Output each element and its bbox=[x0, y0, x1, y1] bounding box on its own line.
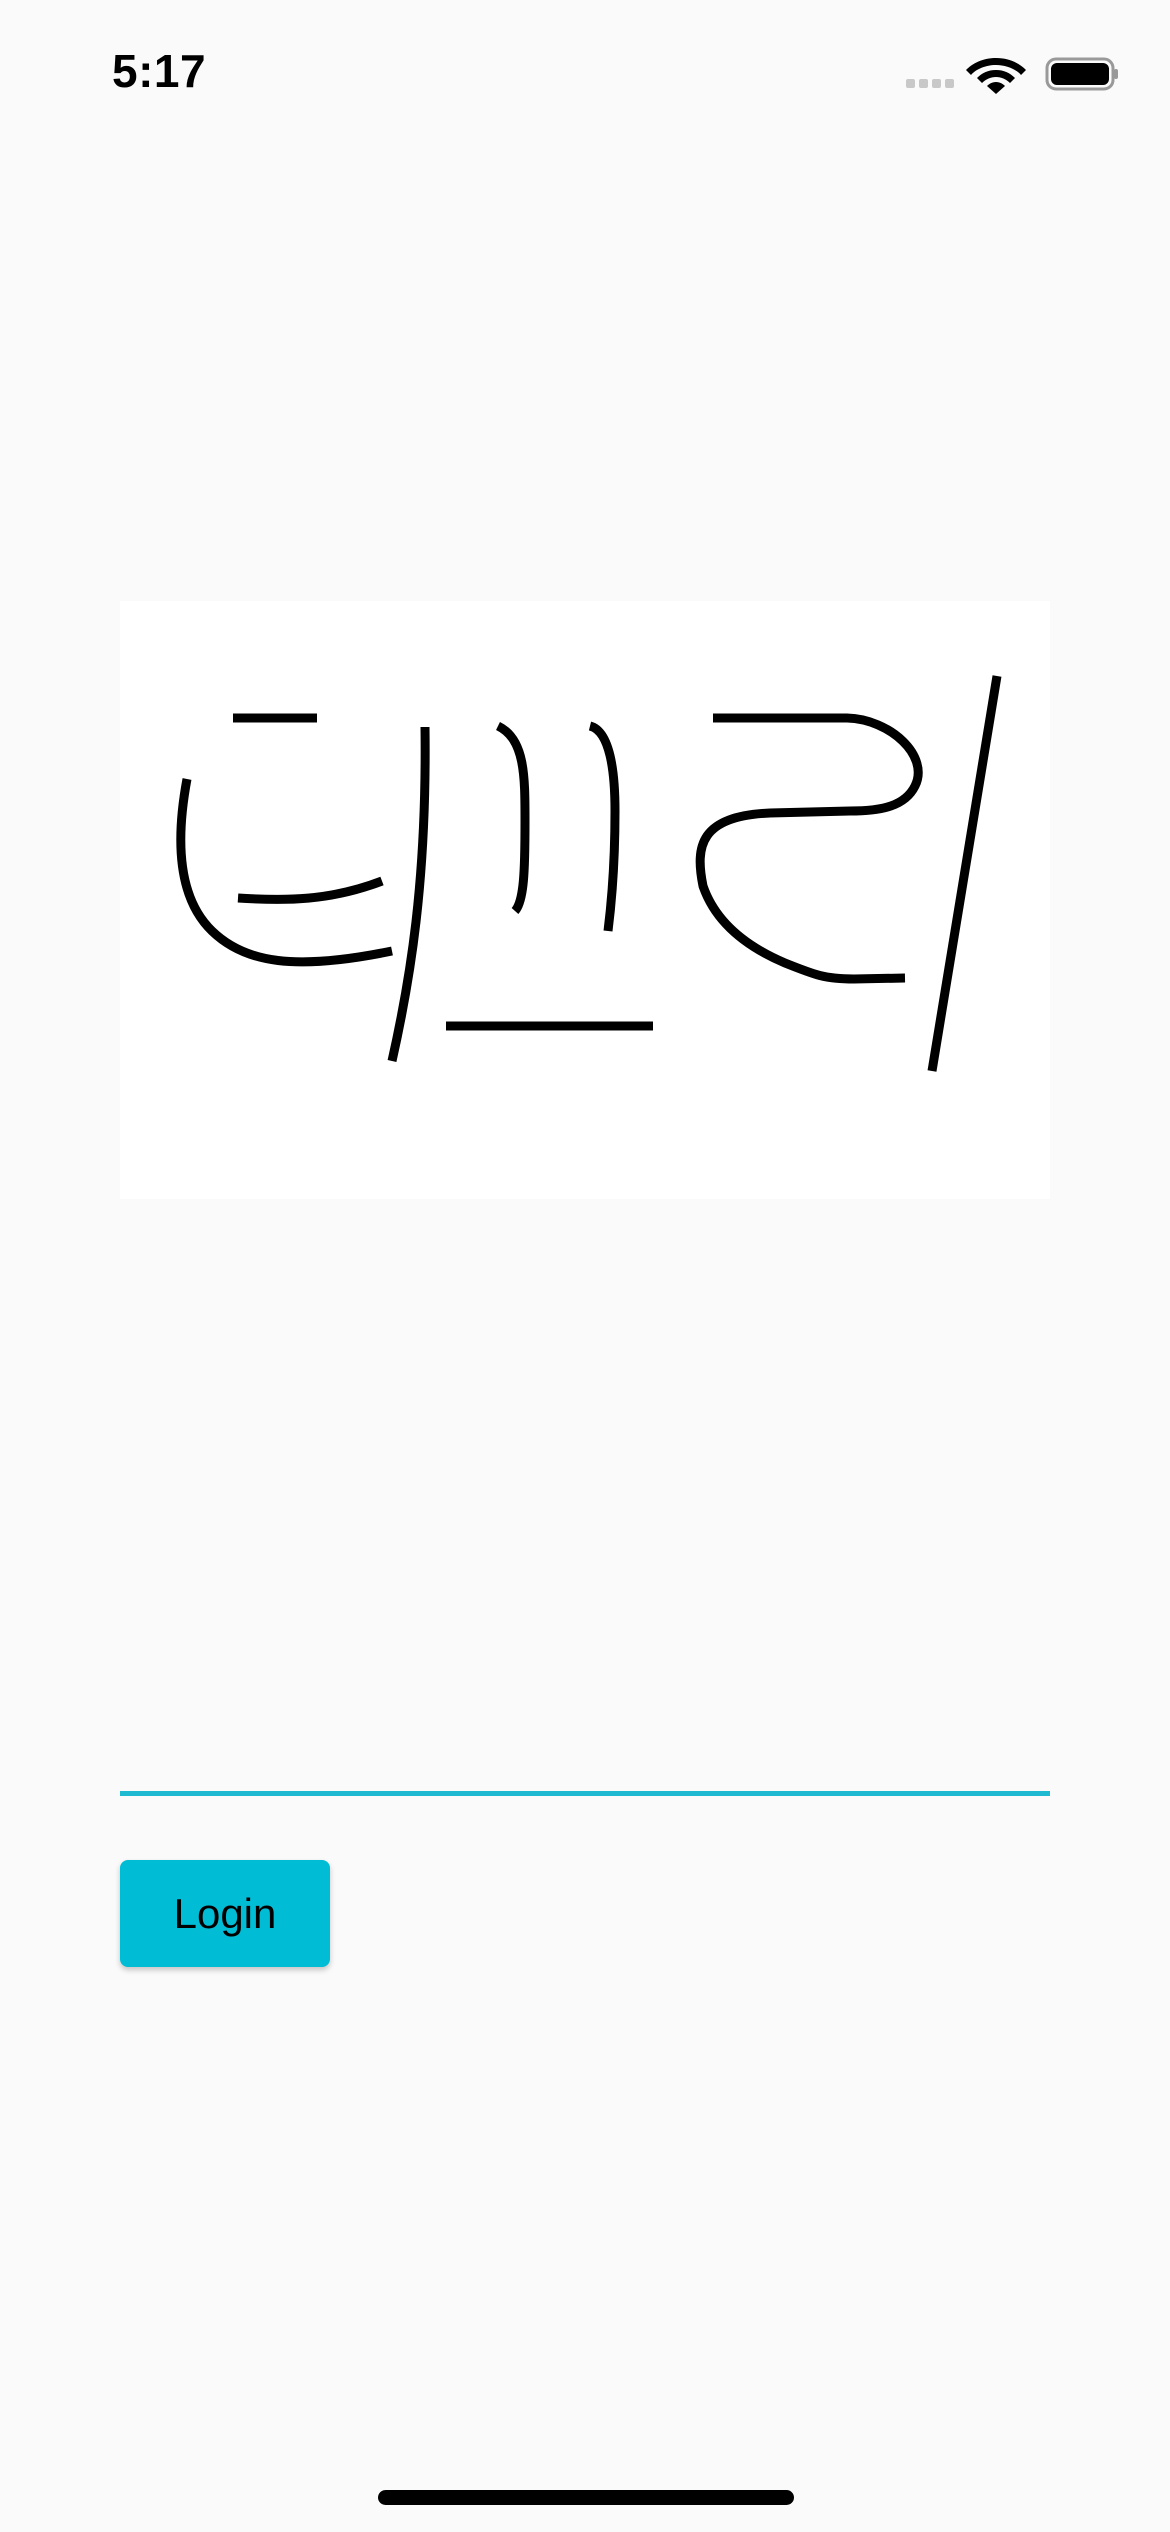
battery-icon bbox=[1045, 57, 1118, 91]
login-button[interactable]: Login bbox=[120, 1860, 330, 1967]
wifi-icon bbox=[966, 58, 1026, 94]
captcha-image bbox=[120, 601, 1050, 1199]
answer-field-underline bbox=[120, 1791, 1050, 1796]
status-icons-svg bbox=[906, 57, 1118, 94]
handwritten-captcha-drawing bbox=[176, 675, 1002, 1072]
answer-text-field[interactable] bbox=[120, 1700, 1050, 1796]
status-time: 5:17 bbox=[112, 45, 207, 97]
answer-input[interactable] bbox=[120, 1700, 1050, 1788]
status-bar: 5:17 bbox=[0, 0, 1170, 150]
status-icons bbox=[906, 54, 1118, 94]
home-indicator[interactable] bbox=[378, 2490, 794, 2505]
cellular-signal-icon bbox=[906, 79, 954, 88]
